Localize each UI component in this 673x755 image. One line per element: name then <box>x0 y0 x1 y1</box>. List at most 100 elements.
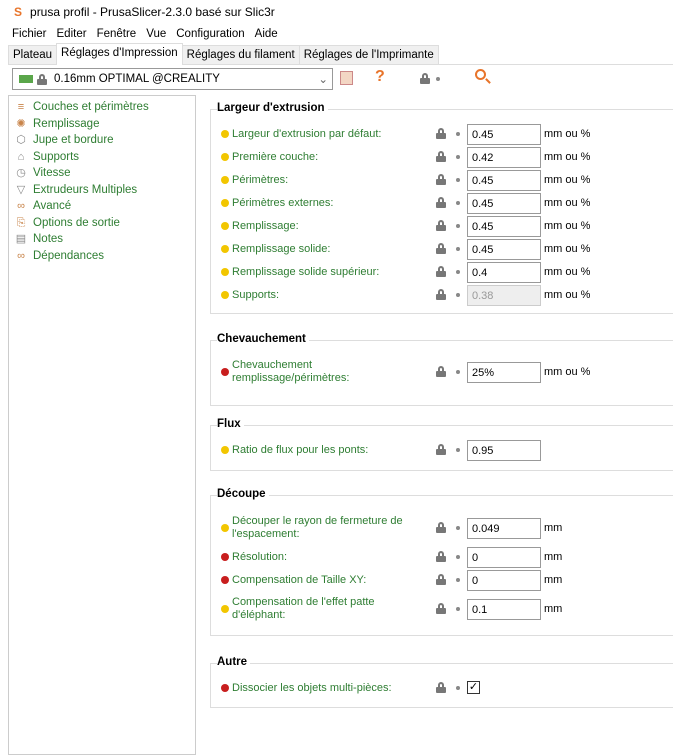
group-title: Découpe <box>217 488 269 500</box>
menu-bar: Fichier Editer Fenêtre Vue Configuration… <box>0 24 673 44</box>
setting-label: Compensation de l'effet patte d'éléphant: <box>232 596 375 621</box>
slice-closing-radius-input[interactable] <box>467 518 541 539</box>
search-icon[interactable] <box>475 69 486 80</box>
bridge-flow-input[interactable] <box>467 440 541 461</box>
perimeters-input[interactable] <box>467 170 541 191</box>
split-objects-checkbox[interactable]: ✓ <box>467 681 480 694</box>
funnel-icon: ▽ <box>16 183 26 196</box>
tab-print-settings[interactable]: Réglages d'Impression <box>56 43 183 65</box>
lock-icon[interactable] <box>436 243 446 254</box>
lock-icon[interactable] <box>436 220 446 231</box>
setting-label: Dissocier les objets multi-pièces: <box>232 682 392 694</box>
lock-icon[interactable] <box>436 682 446 693</box>
menu-vue[interactable]: Vue <box>146 28 166 40</box>
top-solid-infill-input[interactable] <box>467 262 541 283</box>
menu-configuration[interactable]: Configuration <box>176 28 244 40</box>
lock-icon[interactable] <box>420 73 430 84</box>
dot-icon <box>456 270 460 274</box>
setting-label: Première couche: <box>232 151 319 163</box>
sidebar-item-label: Avancé <box>33 200 72 213</box>
unit-label: mm ou % <box>544 289 591 301</box>
sidebar-item-extrudeurs[interactable]: ▽ Extrudeurs Multiples <box>9 182 195 199</box>
setting-label: Remplissage solide supérieur: <box>232 266 380 278</box>
lock-icon[interactable] <box>436 366 446 377</box>
unit-label: mm <box>544 574 563 586</box>
sidebar-item-supports[interactable]: ⌂ Supports <box>9 149 195 166</box>
lock-icon[interactable] <box>436 444 446 455</box>
lock-icon[interactable] <box>436 266 446 277</box>
sidebar-item-label: Dépendances <box>33 249 104 262</box>
menu-editer[interactable]: Editer <box>57 28 87 40</box>
lock-icon[interactable] <box>436 289 446 300</box>
dot-icon <box>456 293 460 297</box>
overlap-input[interactable] <box>467 362 541 383</box>
lock-icon[interactable] <box>436 128 446 139</box>
unit-label: mm ou % <box>544 151 591 163</box>
menu-aide[interactable]: Aide <box>255 28 278 40</box>
default-width-input[interactable] <box>467 124 541 145</box>
lock-icon[interactable] <box>436 151 446 162</box>
xy-size-compensation-input[interactable] <box>467 570 541 591</box>
sidebar-item-jupe[interactable]: ⬡ Jupe et bordure <box>9 132 195 149</box>
status-bullet <box>221 199 229 207</box>
unit-label: mm ou % <box>544 266 591 278</box>
solid-infill-input[interactable] <box>467 239 541 260</box>
lock-icon[interactable] <box>436 574 446 585</box>
unit-label: mm <box>544 522 563 534</box>
group-title: Chevauchement <box>217 333 309 345</box>
dot-icon <box>456 201 460 205</box>
menu-fenetre[interactable]: Fenêtre <box>97 28 137 40</box>
sidebar-item-dependances[interactable]: ∞ Dépendances <box>9 248 195 265</box>
infill-input[interactable] <box>467 216 541 237</box>
sidebar-item-remplissage[interactable]: ✺ Remplissage <box>9 116 195 133</box>
help-icon[interactable]: ? <box>375 68 385 86</box>
menu-fichier[interactable]: Fichier <box>12 28 47 40</box>
setting-row: Périmètres: mm ou % <box>211 170 671 191</box>
tab-plateau[interactable]: Plateau <box>8 45 58 64</box>
lock-icon[interactable] <box>436 551 446 562</box>
resolution-input[interactable] <box>467 547 541 568</box>
tab-printer-settings[interactable]: Réglages de l'Imprimante <box>298 45 439 64</box>
unit-label: mm <box>544 603 563 615</box>
dot-icon <box>456 247 460 251</box>
sidebar-item-avance[interactable]: ∞ Avancé <box>9 198 195 215</box>
status-bullet <box>221 524 229 532</box>
setting-row: Dissocier les objets multi-pièces: ✓ <box>211 678 671 698</box>
wrench-icon: ∞ <box>17 249 25 262</box>
lock-icon[interactable] <box>436 197 446 208</box>
elephant-foot-input[interactable] <box>467 599 541 620</box>
status-bullet <box>221 684 229 692</box>
clock-icon: ◷ <box>16 167 26 180</box>
status-bullet <box>221 576 229 584</box>
group-chevauchement: Chevauchement Chevauchement remplissage/p… <box>210 333 673 406</box>
support-width-input <box>467 285 541 306</box>
external-perimeters-input[interactable] <box>467 193 541 214</box>
lock-icon[interactable] <box>436 522 446 533</box>
flag-icon <box>19 75 33 83</box>
sidebar-item-label: Remplissage <box>33 117 100 130</box>
sidebar-item-notes[interactable]: ▤ Notes <box>9 231 195 248</box>
setting-label: Ratio de flux pour les ponts: <box>232 444 369 456</box>
dot-icon <box>456 155 460 159</box>
group-largeur-extrusion: Largeur d'extrusion Largeur d'extrusion … <box>210 102 673 314</box>
first-layer-input[interactable] <box>467 147 541 168</box>
setting-row: Remplissage solide supérieur: mm ou % <box>211 262 671 283</box>
unit-label: mm ou % <box>544 366 591 378</box>
sidebar-item-couches[interactable]: ≡ Couches et périmètres <box>9 99 195 116</box>
sidebar-item-options-sortie[interactable]: ⎘ Options de sortie <box>9 215 195 232</box>
sidebar-item-vitesse[interactable]: ◷ Vitesse <box>9 165 195 182</box>
output-icon: ⎘ <box>16 216 26 229</box>
lock-icon[interactable] <box>436 174 446 185</box>
preset-dropdown[interactable]: 0.16mm OPTIMAL @CREALITY ⌄ <box>12 68 333 90</box>
save-icon[interactable] <box>340 71 353 85</box>
setting-row: Compensation de Taille XY: mm <box>211 570 671 591</box>
setting-row: Résolution: mm <box>211 547 671 568</box>
setting-row: Supports: mm ou % <box>211 285 671 306</box>
lock-icon[interactable] <box>436 603 446 614</box>
dot-icon <box>456 686 460 690</box>
tab-filament-settings[interactable]: Réglages du filament <box>181 45 300 64</box>
group-title: Autre <box>217 656 251 668</box>
status-bullet <box>221 605 229 613</box>
group-autre: Autre Dissocier les objets multi-pièces:… <box>210 656 673 708</box>
status-bullet <box>221 130 229 138</box>
